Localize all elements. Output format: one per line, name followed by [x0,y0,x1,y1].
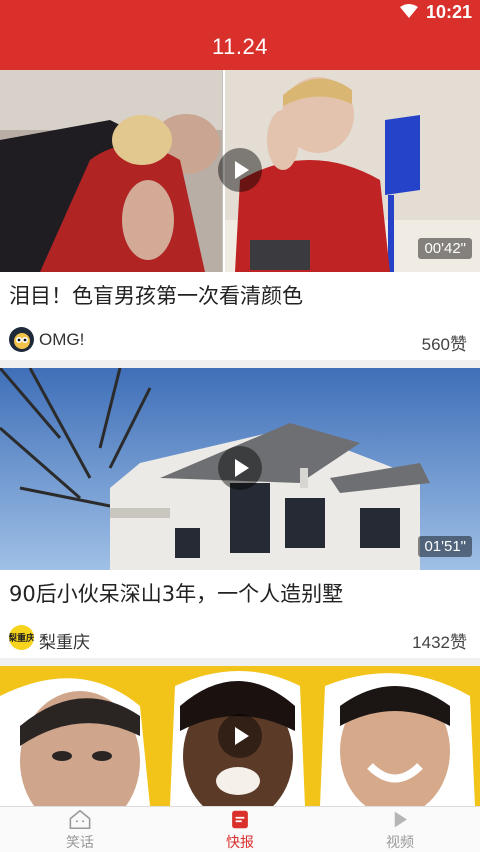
source-name[interactable]: 梨重庆 [39,628,90,653]
video-card[interactable]: 01'51" 90后小伙呆深山3年，一个人造别墅 梨重庆 梨重庆 1432赞 [0,368,480,658]
status-bar: 10:21 [0,0,480,24]
tab-jokes[interactable]: 笑话 [0,807,160,852]
video-duration: 00'42" [418,238,472,259]
news-icon [232,810,248,829]
status-time: 10:21 [425,2,472,22]
video-meta: OMG! 560赞 [0,324,480,360]
page-title: 11.24 [212,34,268,59]
play-button[interactable] [218,148,262,192]
play-button[interactable] [218,446,262,490]
video-card[interactable] [0,666,480,806]
tab-videos[interactable]: 视频 [320,807,480,852]
video-duration: 01'51" [418,536,472,557]
like-count[interactable]: 1432赞 [412,628,467,653]
source-avatar[interactable] [9,327,34,352]
bottom-tab-bar: 笑话 快报 视频 [0,806,480,852]
wifi-icon [400,4,418,18]
app-header: 11.24 [0,24,480,70]
tab-label: 快报 [226,835,254,851]
video-feed[interactable]: 00'42" 泪目！色盲男孩第一次看清颜色 OMG! 560赞 01'51" 9… [0,70,480,806]
video-thumbnail[interactable]: 01'51" [0,368,480,570]
like-count[interactable]: 560赞 [422,330,467,355]
video-card[interactable]: 00'42" 泪目！色盲男孩第一次看清颜色 OMG! 560赞 [0,70,480,360]
play-button[interactable] [218,714,262,758]
owl-logo-icon [13,332,30,349]
video-play-icon [394,811,407,828]
tab-label: 笑话 [66,835,94,851]
source-name[interactable]: OMG! [39,330,84,350]
video-thumbnail[interactable] [0,666,480,806]
source-avatar[interactable]: 梨重庆 [9,625,34,650]
tab-news[interactable]: 快报 [160,807,320,852]
video-title[interactable]: 90后小伙呆深山3年，一个人造别墅 [9,580,471,608]
video-thumbnail[interactable]: 00'42" [0,70,480,272]
video-meta: 梨重庆 梨重庆 1432赞 [0,622,480,658]
video-title[interactable]: 泪目！色盲男孩第一次看清颜色 [9,282,471,310]
home-face-icon [69,809,91,830]
tab-label: 视频 [386,835,414,851]
